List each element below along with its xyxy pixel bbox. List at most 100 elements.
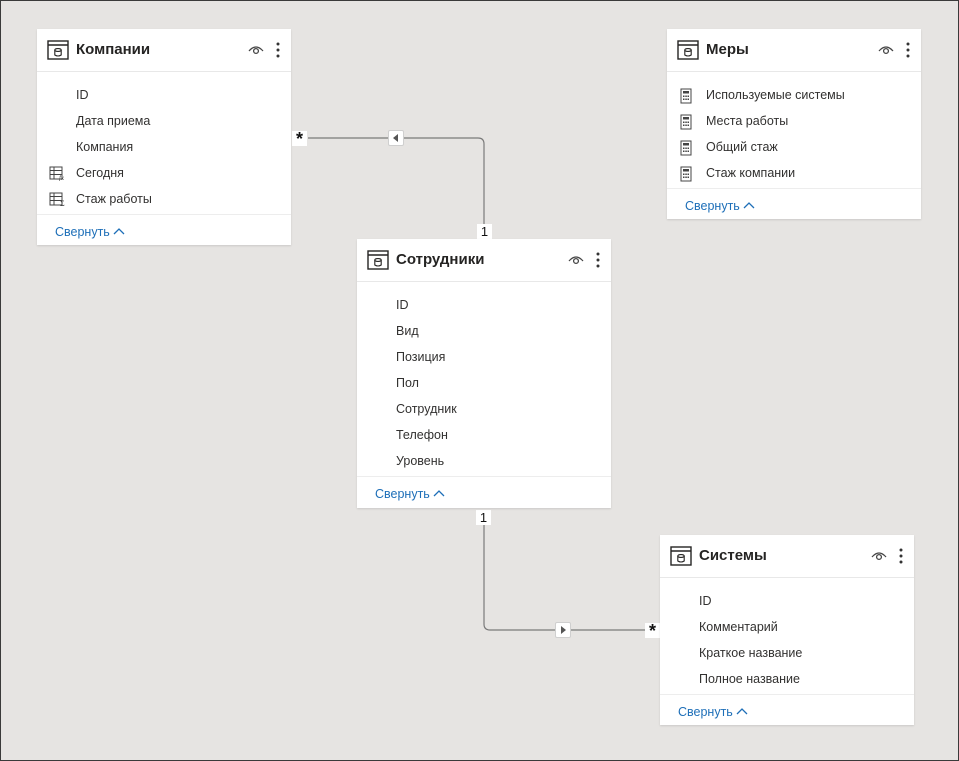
field-row[interactable]: Общий стаж	[667, 135, 921, 161]
table-card-header[interactable]: Компании	[37, 29, 291, 72]
field-row[interactable]: Полное название	[660, 667, 914, 693]
table-card-header[interactable]: Меры	[667, 29, 921, 72]
table-icon	[367, 250, 389, 270]
field-name: Комментарий	[699, 620, 778, 634]
field-row[interactable]: Позиция	[357, 345, 611, 371]
field-name: Компания	[76, 140, 134, 154]
measure-calculator-icon	[680, 166, 692, 182]
cardinality-many-systems: *	[645, 622, 660, 640]
field-row[interactable]: fx Сегодня	[37, 161, 291, 187]
collapse-button[interactable]: Свернуть	[55, 225, 125, 239]
more-options-icon[interactable]	[275, 41, 281, 59]
collapse-button[interactable]: Свернуть	[375, 487, 445, 501]
collapse-label: Свернуть	[685, 199, 740, 213]
more-options-icon[interactable]	[905, 41, 911, 59]
field-name: Телефон	[396, 428, 448, 442]
field-row[interactable]: Сотрудник	[357, 397, 611, 423]
table-card-systems[interactable]: Системы ID Комментарий Краткое название …	[660, 535, 914, 725]
field-name: Полное название	[699, 672, 800, 686]
cardinality-many-companies: *	[292, 130, 307, 148]
field-name: Уровень	[396, 454, 445, 468]
table-card-employees[interactable]: Сотрудники ID Вид Позиция Пол Сотрудник …	[357, 239, 611, 508]
collapse-label: Свернуть	[678, 705, 733, 719]
collapse-label: Свернуть	[375, 487, 430, 501]
field-list: ID Вид Позиция Пол Сотрудник Телефон Уро…	[357, 282, 611, 475]
card-footer: Свернуть	[660, 694, 914, 728]
field-list: ID Комментарий Краткое название Полное н…	[660, 578, 914, 693]
table-card-header[interactable]: Сотрудники	[357, 239, 611, 282]
filter-direction-right-icon[interactable]	[555, 622, 571, 638]
field-name: Дата приема	[76, 114, 151, 128]
field-name: Сотрудник	[396, 402, 457, 416]
collapse-button[interactable]: Свернуть	[678, 705, 748, 719]
svg-text:Σ: Σ	[60, 199, 65, 207]
more-options-icon[interactable]	[595, 251, 601, 269]
table-icon	[47, 40, 69, 60]
field-row[interactable]: Пол	[357, 371, 611, 397]
field-list: ID Дата приема Компания fx Сегодня Σ Ста…	[37, 72, 291, 213]
table-title: Системы	[699, 547, 767, 564]
field-row[interactable]: Телефон	[357, 423, 611, 449]
chevron-up-icon	[113, 228, 125, 235]
measure-name: Места работы	[706, 114, 789, 128]
field-list: Используемые системы Места работы Общий …	[667, 72, 921, 187]
field-name: Сегодня	[76, 166, 124, 180]
table-title: Компании	[76, 41, 151, 58]
eye-icon[interactable]	[871, 549, 887, 561]
measure-calculator-icon	[680, 140, 692, 156]
field-name: Пол	[396, 376, 419, 390]
cardinality-one-employees-bottom: 1	[476, 510, 491, 525]
chevron-up-icon	[736, 708, 748, 715]
card-footer: Свернуть	[667, 188, 921, 222]
eye-icon[interactable]	[248, 43, 264, 55]
field-name: Стаж работы	[76, 192, 152, 206]
card-footer: Свернуть	[37, 214, 291, 248]
more-options-icon[interactable]	[898, 547, 904, 565]
table-card-measures[interactable]: Меры Используемые системы Места работы О…	[667, 29, 921, 219]
table-card-header[interactable]: Системы	[660, 535, 914, 578]
eye-icon[interactable]	[878, 43, 894, 55]
measure-calculator-icon	[680, 114, 692, 130]
field-row[interactable]: Используемые системы	[667, 83, 921, 109]
cardinality-one-employees: 1	[477, 224, 492, 239]
field-row[interactable]: ID	[37, 83, 291, 109]
calculated-column-icon: Σ	[49, 192, 65, 207]
table-title: Сотрудники	[396, 251, 485, 268]
filter-direction-left-icon[interactable]	[388, 130, 404, 146]
eye-icon[interactable]	[568, 253, 584, 265]
collapse-label: Свернуть	[55, 225, 110, 239]
field-name: Вид	[396, 324, 419, 338]
measure-name: Используемые системы	[706, 88, 845, 102]
field-row[interactable]: Комментарий	[660, 615, 914, 641]
relationship-line-companies-employees	[308, 137, 485, 226]
field-row[interactable]: Компания	[37, 135, 291, 161]
field-row[interactable]: Места работы	[667, 109, 921, 135]
field-row[interactable]: Стаж компании	[667, 161, 921, 187]
measure-name: Общий стаж	[706, 140, 778, 154]
field-row[interactable]: Уровень	[357, 449, 611, 475]
field-row[interactable]: ID	[660, 589, 914, 615]
field-row[interactable]: Краткое название	[660, 641, 914, 667]
field-row[interactable]: Дата приема	[37, 109, 291, 135]
collapse-button[interactable]: Свернуть	[685, 199, 755, 213]
table-card-companies[interactable]: Компании ID Дата приема Компания fx Сего…	[37, 29, 291, 245]
table-icon	[670, 546, 692, 566]
field-name: Краткое название	[699, 646, 803, 660]
chevron-up-icon	[743, 202, 755, 209]
relationship-line-employees-systems	[483, 524, 645, 631]
card-footer: Свернуть	[357, 476, 611, 510]
measure-calculator-icon	[680, 88, 692, 104]
field-name: ID	[699, 594, 712, 608]
field-row[interactable]: Σ Стаж работы	[37, 187, 291, 213]
field-row[interactable]: ID	[357, 293, 611, 319]
table-icon	[677, 40, 699, 60]
field-name: ID	[76, 88, 89, 102]
field-name: Позиция	[396, 350, 446, 364]
measure-name: Стаж компании	[706, 166, 796, 180]
calculated-column-icon: fx	[49, 166, 65, 181]
table-title: Меры	[706, 41, 749, 58]
field-name: ID	[396, 298, 409, 312]
svg-text:fx: fx	[59, 174, 65, 181]
chevron-up-icon	[433, 490, 445, 497]
field-row[interactable]: Вид	[357, 319, 611, 345]
